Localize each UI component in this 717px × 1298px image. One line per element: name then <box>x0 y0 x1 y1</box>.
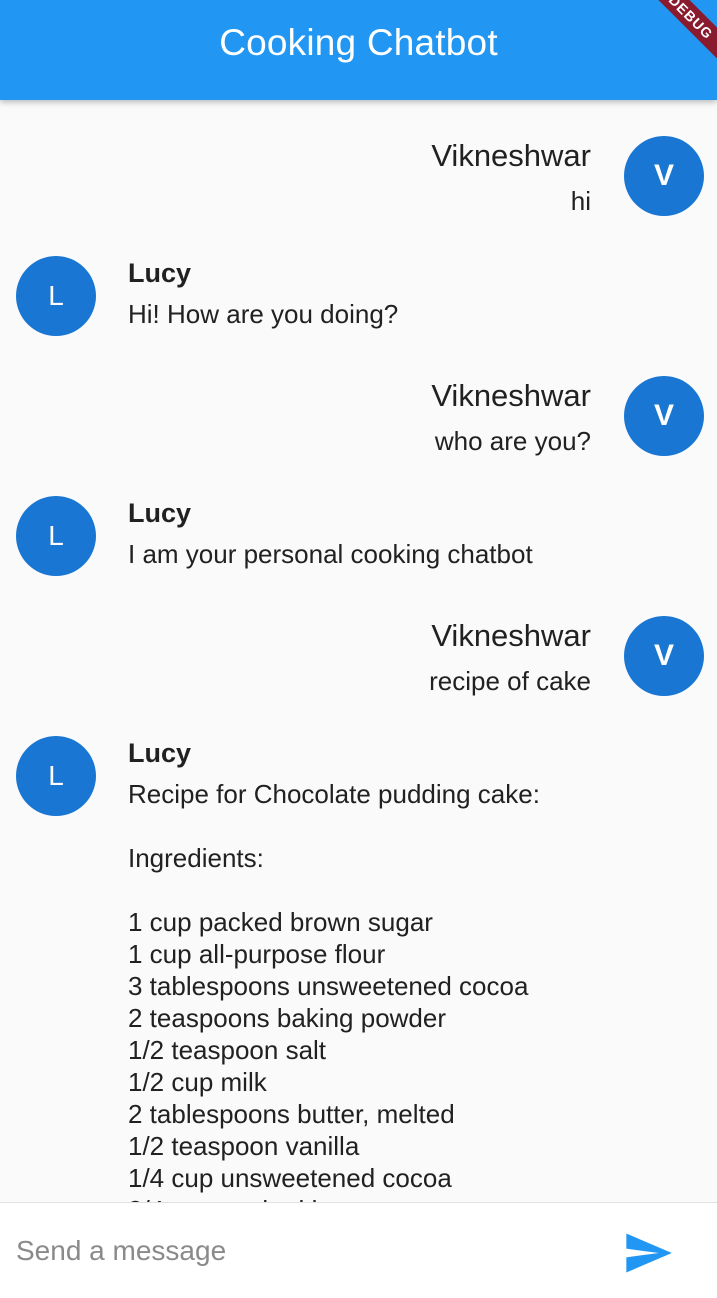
user-avatar: V <box>624 616 704 696</box>
chat-message-bot: L Lucy Recipe for Chocolate pudding cake… <box>0 736 717 1202</box>
send-button[interactable] <box>620 1227 676 1279</box>
app-bar: Cooking Chatbot DEBUG <box>0 0 717 100</box>
message-text: I am your personal cooking chatbot <box>128 539 533 569</box>
message-text: Hi! How are you doing? <box>128 299 399 329</box>
bot-avatar: L <box>16 256 96 336</box>
bot-avatar: L <box>16 496 96 576</box>
chat-message-user: V Vikneshwar recipe of cake <box>0 616 717 706</box>
send-icon <box>626 1233 672 1273</box>
chat-message-user: V Vikneshwar hi <box>0 136 717 226</box>
bot-avatar: L <box>16 736 96 816</box>
message-sender-name: Lucy <box>128 258 192 288</box>
chat-message-list[interactable]: V Vikneshwar hi L Lucy Hi! How are you d… <box>0 100 717 1202</box>
message-sender-name: Lucy <box>128 498 192 528</box>
app-title: Cooking Chatbot <box>219 22 498 63</box>
message-text: hi <box>570 186 591 216</box>
user-avatar: V <box>624 376 704 456</box>
message-text: Recipe for Chocolate pudding cake: Ingre… <box>128 779 540 1202</box>
message-text: recipe of cake <box>429 666 591 696</box>
chat-message-bot: L Lucy Hi! How are you doing? <box>0 256 717 346</box>
message-text: who are you? <box>434 426 591 456</box>
message-input[interactable] <box>16 1231 576 1271</box>
message-sender-name: Vikneshwar <box>431 618 591 653</box>
chat-message-user: V Vikneshwar who are you? <box>0 376 717 466</box>
message-sender-name: Vikneshwar <box>431 138 591 173</box>
user-avatar: V <box>624 136 704 216</box>
message-composer <box>0 1202 717 1298</box>
message-sender-name: Lucy <box>128 738 192 768</box>
message-sender-name: Vikneshwar <box>431 378 591 413</box>
chat-message-bot: L Lucy I am your personal cooking chatbo… <box>0 496 717 586</box>
